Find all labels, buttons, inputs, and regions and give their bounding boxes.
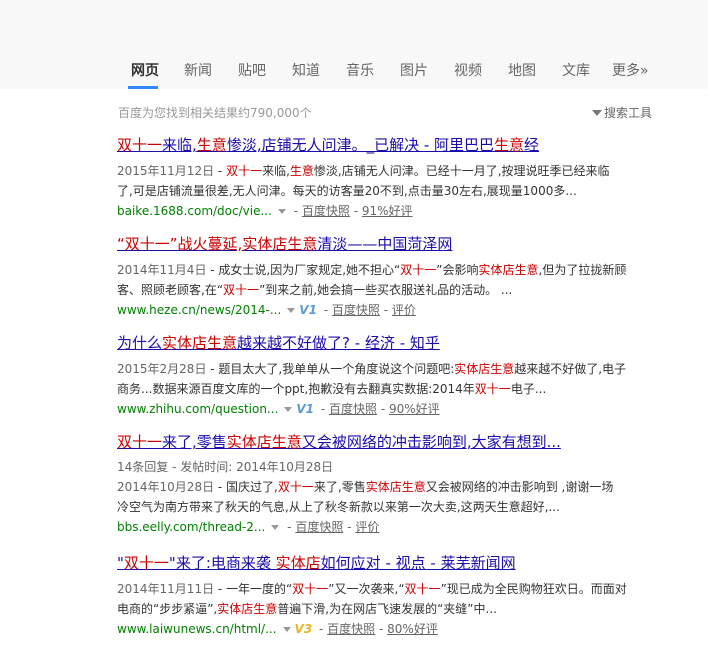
tab-news[interactable]: 新闻 [184,60,212,80]
result-url-line: baike.1688.com/doc/vie... - 百度快照 - 91%好评 [117,204,413,218]
tab-music[interactable]: 音乐 [346,60,374,80]
result-url-line: bbs.eelly.com/thread-2... - 百度快照 - 评价 [117,520,380,534]
tab-map[interactable]: 地图 [508,60,536,80]
result-url[interactable]: baike.1688.com/doc/vie... [117,204,272,218]
verified-v1-icon[interactable]: V1 [299,303,317,317]
snapshot-link[interactable]: 百度快照 [332,303,380,317]
dropdown-caret-icon[interactable] [284,407,293,412]
result-url[interactable]: www.heze.cn/news/2014-... [117,303,281,317]
result-url-line: www.zhihu.com/question... V1 - 百度快照 - 90%… [117,402,440,416]
dropdown-caret-icon[interactable] [282,627,291,632]
dropdown-caret-icon[interactable] [287,308,296,313]
rating-link[interactable]: 评价 [392,303,416,317]
tab-tieba[interactable]: 贴吧 [238,60,266,80]
rating-link[interactable]: 评价 [355,520,379,534]
tab-more[interactable]: 更多» [612,60,649,80]
result-abstract: 2014年10月28日 - 国庆过了,双十一来了,零售实体店生意又会被网络的冲击… [117,480,614,514]
snapshot-link[interactable]: 百度快照 [329,402,377,416]
tab-images[interactable]: 图片 [400,60,428,80]
result-abstract: 2015年2月28日 - 题目太大了,我单单从一个角度说这个问题吧:实体店生意越… [117,362,627,396]
filter-icon [592,110,602,116]
result-url-line: www.laiwunews.cn/html/... V3 - 百度快照 - 80%… [117,622,438,636]
search-result: 双十一来了,零售实体店生意又会被网络的冲击影响到,大家有想到... 14条回复 … [117,432,677,537]
search-result: “双十一”战火蔓延,实体店生意清淡——中国菏泽网 2014年11月4日 - 成女… [117,234,677,320]
search-result: "双十一"来了:电商来袭 实体店如何应对 - 视点 - 莱芜新闻网 2014年1… [117,553,677,639]
result-url-line: www.heze.cn/news/2014-... V1 - 百度快照 - 评价 [117,303,416,317]
forum-meta: 14条回复 - 发帖时间: 2014年10月28日 [117,460,334,474]
result-title-link[interactable]: 为什么实体店生意越来越不好做了? - 经济 - 知乎 [117,333,677,353]
result-stats: 百度为您找到相关结果约790,000个 [118,106,312,120]
snapshot-link[interactable]: 百度快照 [327,622,375,636]
verified-v3-icon[interactable]: V3 [295,622,313,636]
snapshot-link[interactable]: 百度快照 [295,520,343,534]
result-abstract: 2015年11月12日 - 双十一来临,生意惨淡,店铺无人问津。已经十一月了,按… [117,164,610,198]
dropdown-caret-icon[interactable] [277,209,286,214]
search-result: 双十一来临,生意惨淡,店铺无人问津。_已解决 - 阿里巴巴生意经 2015年11… [117,135,677,221]
tab-zhidao[interactable]: 知道 [292,60,320,80]
rating-link[interactable]: 90%好评 [389,402,440,416]
tab-wenku[interactable]: 文库 [562,60,590,80]
search-tools-button[interactable]: 搜索工具 [592,104,652,121]
result-url[interactable]: www.laiwunews.cn/html/... [117,622,277,636]
rating-link[interactable]: 80%好评 [387,622,438,636]
result-title-link[interactable]: "双十一"来了:电商来袭 实体店如何应对 - 视点 - 莱芜新闻网 [117,553,677,573]
snapshot-link[interactable]: 百度快照 [302,204,350,218]
result-url[interactable]: www.zhihu.com/question... [117,402,278,416]
result-title-link[interactable]: “双十一”战火蔓延,实体店生意清淡——中国菏泽网 [117,234,677,254]
result-title-link[interactable]: 双十一来了,零售实体店生意又会被网络的冲击影响到,大家有想到... [117,432,677,452]
verified-v1-icon[interactable]: V1 [296,402,314,416]
rating-link[interactable]: 91%好评 [362,204,413,218]
result-abstract: 2014年11月11日 - 一年一度的“双十一”又一次袭来,“双十一”现已成为全… [117,582,627,616]
tab-web[interactable]: 网页 [131,60,159,80]
tab-video[interactable]: 视频 [454,60,482,80]
search-tools-label: 搜索工具 [604,106,653,120]
dropdown-caret-icon[interactable] [271,525,280,530]
result-title-link[interactable]: 双十一来临,生意惨淡,店铺无人问津。_已解决 - 阿里巴巴生意经 [117,135,677,155]
result-url[interactable]: bbs.eelly.com/thread-2... [117,520,265,534]
search-result: 为什么实体店生意越来越不好做了? - 经济 - 知乎 2015年2月28日 - … [117,333,677,419]
active-tab-indicator [128,86,158,89]
result-abstract: 2014年11月4日 - 成女士说,因为厂家规定,她不担心“双十一”会影响实体店… [117,263,627,297]
